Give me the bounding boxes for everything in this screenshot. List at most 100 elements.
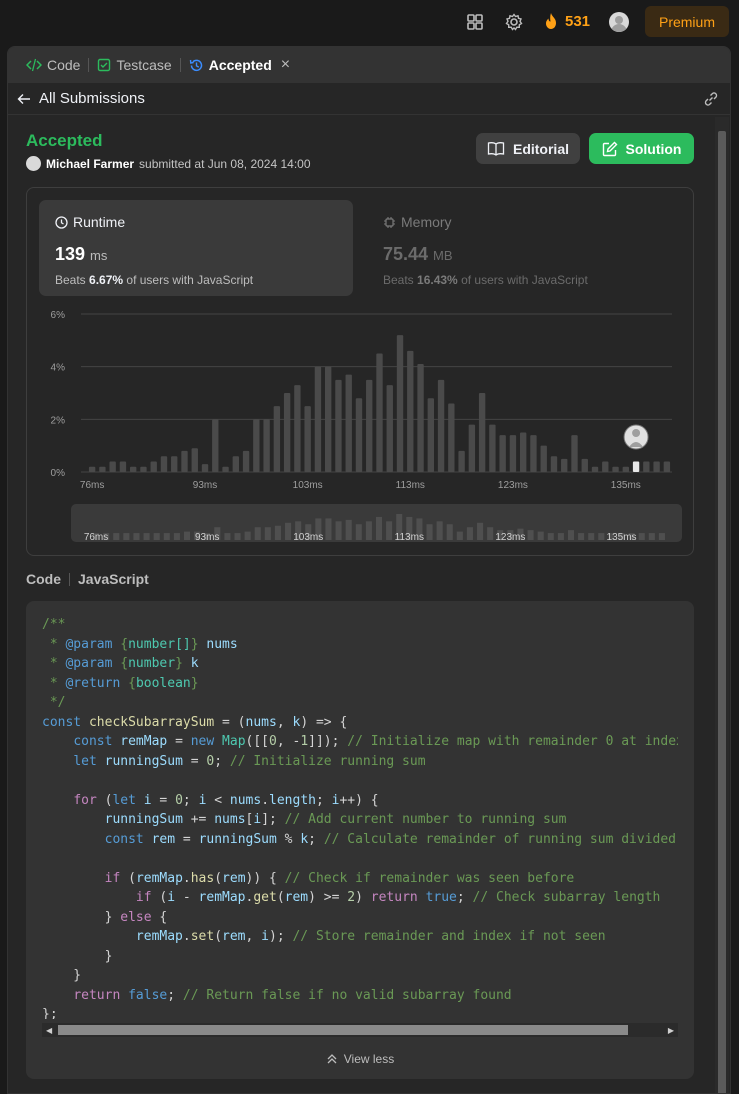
tab-testcase[interactable]: Testcase [89, 47, 179, 83]
chart-bar [427, 398, 434, 472]
chart-bar [99, 466, 106, 472]
chart-user-avatar-head [632, 429, 641, 437]
chart-bar [458, 450, 465, 472]
chart-overview-bar [567, 530, 575, 540]
chart-overview-bar [557, 533, 564, 540]
chart-overview-bar [335, 521, 342, 540]
scroll-right-icon[interactable]: ▶ [668, 1026, 674, 1035]
chart-overview-bar [224, 533, 231, 540]
chart-overview-bar [386, 521, 393, 540]
scroll-left-icon[interactable]: ◀ [46, 1026, 52, 1035]
all-submissions-link[interactable]: All Submissions [17, 90, 145, 107]
tab-accepted[interactable]: Accepted × [181, 47, 298, 83]
chart-bar [612, 466, 619, 472]
code-viewer[interactable]: /** * @param {number[]} nums * @param {n… [26, 601, 694, 1079]
chart-bar [325, 366, 332, 472]
code-line: if (i - remMap.get(rem) >= 2) return tru… [135, 890, 661, 905]
chart-bar [663, 461, 671, 472]
premium-button[interactable]: Premium [645, 6, 729, 37]
chart-y-tick-label: 6% [51, 310, 66, 321]
link-icon[interactable] [702, 91, 720, 107]
view-less-button[interactable]: View less [26, 1052, 694, 1066]
runtime-beats-pct: 6.67% [89, 273, 124, 287]
author-avatar[interactable] [26, 156, 41, 171]
memory-card[interactable]: Memory 75.44 MB Beats 16.43% of users wit… [367, 200, 681, 296]
chart-bar [222, 466, 229, 472]
chart-bar [489, 424, 496, 472]
memory-value: 75.44 [383, 244, 429, 264]
layout-icon[interactable] [465, 12, 485, 32]
solution-button[interactable]: Solution [589, 133, 694, 164]
editorial-button[interactable]: Editorial [476, 133, 580, 164]
chart-overview-bar [375, 516, 383, 540]
code-line: for (let i = 0; i < nums.length; i++) { [73, 792, 379, 808]
chart-bar-current [632, 461, 640, 472]
chart-overview-bar [487, 527, 494, 540]
vertical-scrollbar[interactable] [715, 117, 729, 1093]
code-line: const remMap = new Map([[0, -1]]); // In… [73, 734, 678, 749]
submission-panel: Code Testcase Accepted × All Submissions… [7, 46, 731, 1094]
chart-overview-bar [123, 533, 130, 540]
chart-bar [345, 374, 352, 472]
chart-bar [191, 448, 198, 472]
chart-y-tick-label: 0% [51, 468, 66, 479]
runtime-card[interactable]: Runtime 139 ms Beats 6.67% of users with … [39, 200, 353, 296]
gear-icon[interactable] [504, 12, 524, 32]
all-submissions-label: All Submissions [39, 90, 145, 107]
runtime-distribution-chart[interactable]: 6% 4% 2% 0% 76ms 93ms 103ms 113ms 123ms 135ms 76ms… [27, 304, 695, 554]
chart-bar [530, 435, 537, 472]
chart-x-tick-label: 76ms [80, 480, 104, 491]
submission-subbar: All Submissions [8, 83, 730, 115]
code-line: }; [42, 1007, 58, 1019]
chart-overview-tick-label: 135ms [607, 532, 637, 543]
vertical-scrollbar-thumb[interactable] [718, 131, 726, 1093]
user-avatar[interactable] [609, 12, 629, 32]
chart-bar [283, 393, 291, 472]
close-icon[interactable]: × [281, 56, 290, 74]
chart-overview-bar [133, 533, 140, 540]
code-line: } [42, 948, 113, 964]
chart-bar [232, 456, 239, 472]
code-line: if (remMap.has(rem)) { // Check if remai… [104, 870, 575, 886]
chart-bar [181, 450, 188, 472]
chart-x-tick-label: 123ms [498, 480, 528, 491]
chart-x-tick-label: 93ms [193, 480, 217, 491]
streak-count: 531 [565, 12, 591, 30]
streak-counter[interactable]: 531 [543, 12, 590, 30]
chart-overview-bar [426, 524, 433, 540]
chart-y-tick-label: 2% [51, 415, 66, 426]
chart-bar [140, 466, 147, 472]
chart-bar [581, 458, 588, 472]
runtime-value: 139 [55, 244, 86, 264]
chart-overview-bar [588, 533, 595, 540]
clock-icon [55, 215, 68, 229]
chart-bar [591, 466, 599, 472]
scrollbar-thumb[interactable] [58, 1025, 628, 1035]
chart-x-tick-label: 103ms [293, 480, 323, 491]
chart-bar [171, 456, 178, 472]
chart-bar [386, 385, 393, 472]
chart-overview-bar [234, 533, 241, 540]
chart-bar [366, 379, 373, 472]
chip-icon [384, 216, 395, 228]
chart-overview-bar [183, 531, 191, 540]
chart-overview-bar [274, 525, 281, 540]
tab-code[interactable]: Code [18, 47, 88, 83]
chart-overview-tick-label: 123ms [495, 532, 525, 543]
horizontal-scrollbar[interactable]: ◀ ▶ [42, 1023, 678, 1037]
code-block[interactable]: /** * @param {number[]} nums * @param {n… [42, 615, 678, 1019]
chart-overview-bar [244, 531, 251, 540]
chart-overview-bar [143, 533, 150, 540]
chart-overview-bar [578, 533, 585, 540]
code-line: } [42, 968, 82, 983]
chart-overview-tick-label: 103ms [293, 532, 323, 543]
author-name[interactable]: Michael Farmer [46, 157, 134, 171]
chart-bar [242, 450, 250, 472]
code-line: * @param {number} k [42, 656, 199, 671]
code-line: remMap.set(rem, i); // Store remainder a… [135, 929, 606, 944]
chart-bar [314, 366, 322, 472]
chart-bar [355, 398, 363, 472]
fire-icon [546, 13, 556, 29]
tab-bar: Code Testcase Accepted × [8, 47, 730, 83]
chart-bar [448, 403, 455, 472]
